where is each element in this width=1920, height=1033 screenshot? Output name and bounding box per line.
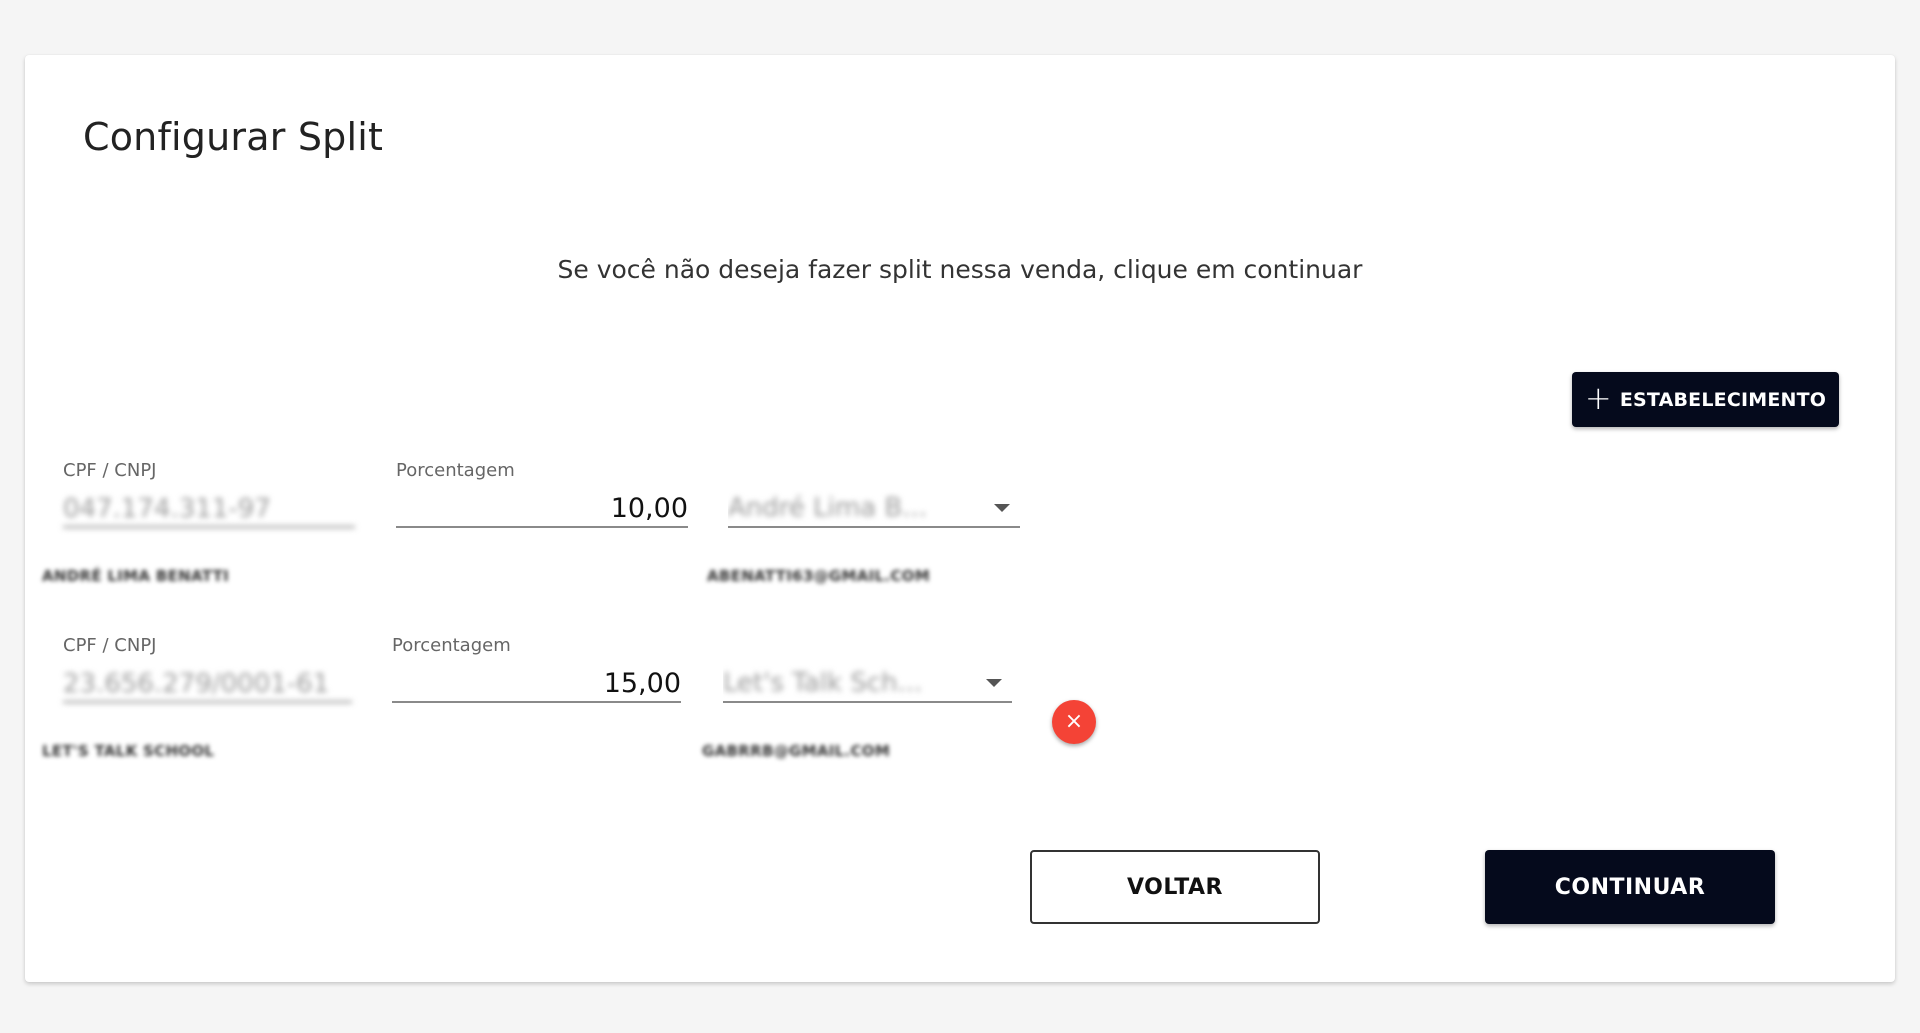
- split-row: CPF / CNPJ 047.174.311-97 ANDRÉ LIMA BEN…: [25, 455, 1895, 605]
- establishment-selected-value: André Lima B...: [728, 493, 928, 523]
- chevron-down-icon: [994, 504, 1010, 512]
- establishment-select[interactable]: Let's Talk Sch...: [723, 665, 1012, 703]
- document-input[interactable]: 23.656.279/0001-61: [63, 665, 352, 703]
- plus-icon: +: [1584, 379, 1612, 417]
- back-button[interactable]: VOLTAR: [1030, 850, 1320, 924]
- continue-button[interactable]: CONTINUAR: [1485, 850, 1775, 924]
- document-label: CPF / CNPJ: [63, 635, 157, 656]
- split-config-card: Configurar Split Se você não deseja faze…: [25, 55, 1895, 982]
- instruction-text: Se você não deseja fazer split nessa ven…: [557, 255, 1363, 284]
- chevron-down-icon: [986, 679, 1002, 687]
- remove-split-button[interactable]: ×: [1052, 700, 1096, 744]
- percentage-input[interactable]: 10,00: [396, 490, 688, 528]
- percentage-label: Porcentagem: [392, 635, 511, 656]
- establishment-helper-text: ABENATTI63@GMAIL.COM: [707, 567, 930, 585]
- establishment-select[interactable]: André Lima B...: [728, 490, 1020, 528]
- percentage-input[interactable]: 15,00: [392, 665, 681, 703]
- establishment-selected-value: Let's Talk Sch...: [723, 668, 923, 698]
- close-icon: ×: [1064, 709, 1084, 734]
- document-input[interactable]: 047.174.311-97: [63, 490, 355, 528]
- establishment-helper-text: GABRRB@GMAIL.COM: [702, 742, 891, 760]
- percentage-label: Porcentagem: [396, 460, 515, 481]
- document-helper-text: LET'S TALK SCHOOL: [42, 742, 215, 760]
- split-row: CPF / CNPJ 23.656.279/0001-61 LET'S TALK…: [25, 630, 1895, 780]
- add-establishment-button[interactable]: + ESTABELECIMENTO: [1572, 372, 1839, 427]
- add-establishment-label: ESTABELECIMENTO: [1619, 388, 1827, 411]
- page-title: Configurar Split: [83, 115, 384, 159]
- document-helper-text: ANDRÉ LIMA BENATTI: [42, 567, 229, 585]
- document-label: CPF / CNPJ: [63, 460, 157, 481]
